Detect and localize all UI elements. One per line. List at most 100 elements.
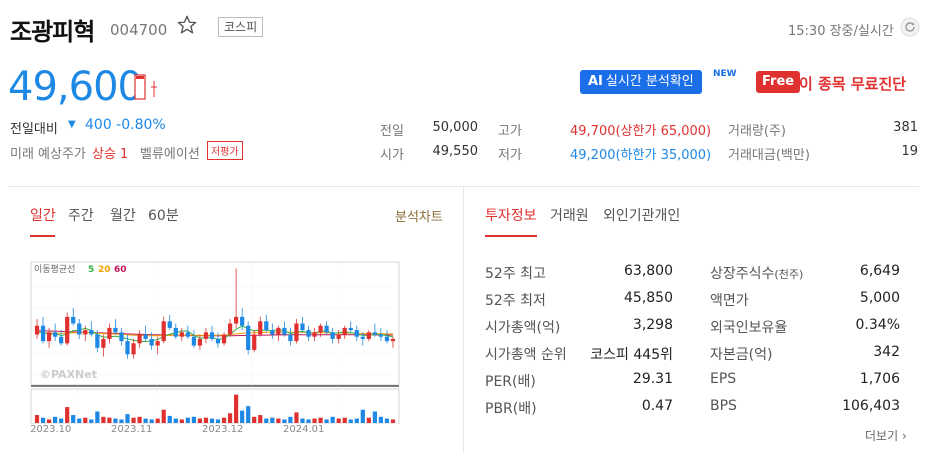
ai-prefix: AI xyxy=(588,74,603,89)
tab-weekly[interactable]: 주간 xyxy=(68,205,94,225)
volume-bar xyxy=(378,416,384,423)
candle-body xyxy=(354,330,359,337)
prev-close-value: 50,000 xyxy=(432,120,479,135)
candle-body xyxy=(209,332,215,339)
info-left-label: PBR(배) xyxy=(485,401,537,417)
x-axis-label: 2024.01 xyxy=(283,424,325,435)
candle-body xyxy=(167,321,172,328)
tab-60min[interactable]: 60분 xyxy=(148,205,179,225)
candle-body xyxy=(143,334,148,339)
market-badge: 코스피 xyxy=(218,17,264,37)
volume-bar xyxy=(83,417,88,423)
volume-bar xyxy=(101,416,106,423)
volume-bar xyxy=(131,417,136,423)
info-right-value: 6,649 xyxy=(859,263,900,279)
candle-body xyxy=(119,332,124,342)
info-right-label-text: BPS xyxy=(710,398,737,414)
valuation-badge[interactable]: 저평가 xyxy=(207,141,243,160)
volume-bar xyxy=(179,419,184,423)
volume-bar xyxy=(185,417,190,423)
candle-body xyxy=(77,323,82,335)
more-link[interactable]: 더보기 › xyxy=(865,427,907,444)
candle-body xyxy=(107,327,112,339)
ai-button-label: 실시간 분석확인 xyxy=(605,74,694,89)
volume-bar xyxy=(89,419,94,423)
candle-body xyxy=(276,327,281,335)
candle-body xyxy=(270,330,275,335)
volume-bar xyxy=(234,394,239,423)
volume-bar xyxy=(209,418,215,423)
volume-bar xyxy=(270,417,275,423)
info-left-label: 시가총액 순위 xyxy=(485,347,567,363)
candle-body xyxy=(173,327,178,337)
analysis-chart-link[interactable]: 분석차트 xyxy=(395,206,443,225)
tab-brokers[interactable]: 거래원 xyxy=(550,205,589,225)
info-right-value: 106,403 xyxy=(842,398,900,414)
free-badge[interactable]: Free xyxy=(756,71,801,93)
free-diagnosis-link[interactable]: 이 종목 무료진단 xyxy=(799,73,906,94)
info-left-label: 52주 최저 xyxy=(485,293,546,309)
tab-daily[interactable]: 일간 xyxy=(30,205,56,225)
change-label: 전일대비 xyxy=(10,122,58,137)
stock-chart[interactable]: ©PAXNet 52,00051,00050,00049,00048,0002,… xyxy=(30,258,400,424)
volume-bar xyxy=(342,417,347,423)
info-left-value: 63,800 xyxy=(624,263,673,279)
info-left-value: 3,298 xyxy=(632,317,673,333)
volume-bar xyxy=(324,419,329,423)
volume-bar xyxy=(360,409,365,423)
volume-bar xyxy=(276,418,281,423)
candle-body xyxy=(179,332,184,337)
candle-body xyxy=(318,325,323,333)
info-right-label: EPS xyxy=(710,371,736,387)
ma20-label: 20 xyxy=(98,265,111,275)
volume-bar xyxy=(390,419,396,423)
info-left-value: 29.31 xyxy=(632,371,673,387)
trade-amount-label: 거래대금(백만) xyxy=(728,148,810,163)
ma-legend-label: 이동평균선 xyxy=(34,264,75,275)
candle-body xyxy=(288,334,293,342)
x-axis-label: 2023.10 xyxy=(30,424,72,435)
chevron-right-icon: › xyxy=(901,429,907,443)
stock-name: 조광피혁 xyxy=(10,18,95,46)
open-label: 시가 xyxy=(380,148,404,163)
low-label: 저가 xyxy=(498,148,522,163)
future-price-label: 미래 예상주가 xyxy=(10,147,86,162)
volume-bar xyxy=(46,419,52,423)
ai-analysis-button[interactable]: AI 실시간 분석확인 xyxy=(580,70,702,94)
info-right-label-text: 액면가 xyxy=(710,293,749,309)
volume-bar xyxy=(336,418,341,423)
volume-bar xyxy=(282,419,287,423)
volume-bar xyxy=(155,418,160,423)
candle-body xyxy=(53,332,58,337)
volume-bar xyxy=(288,416,293,423)
info-right-value: 342 xyxy=(873,344,900,360)
info-right-value: 5,000 xyxy=(859,290,900,306)
candle-body xyxy=(294,323,299,342)
candle-body xyxy=(324,325,329,333)
future-price-value[interactable]: 상승 1 xyxy=(92,143,128,162)
candle-body xyxy=(71,316,76,324)
refresh-icon[interactable] xyxy=(900,17,920,37)
candle-body xyxy=(65,316,70,344)
x-axis-label: 2023.12 xyxy=(202,424,244,435)
star-icon[interactable] xyxy=(176,14,198,36)
candle-body xyxy=(101,338,106,348)
candle-body xyxy=(372,332,377,335)
tab-monthly[interactable]: 월간 xyxy=(110,205,136,225)
info-left-value: 0.47 xyxy=(641,398,673,414)
candle-body xyxy=(95,334,100,348)
candle-body xyxy=(342,327,347,335)
volume-bar xyxy=(258,415,263,423)
volume-bar xyxy=(59,418,64,423)
mini-candle-icon xyxy=(134,74,157,100)
volume-bar xyxy=(65,407,70,423)
tab-investment-info[interactable]: 투자정보 xyxy=(485,205,537,225)
tab-foreign-institution[interactable]: 외인기관개인 xyxy=(603,205,680,225)
candle-body xyxy=(83,330,88,335)
volume-bar xyxy=(95,411,100,423)
volume-bar xyxy=(366,417,371,423)
candle-body xyxy=(185,332,190,337)
info-right-label-text: 외국인보유율 xyxy=(710,320,788,336)
volume-bar xyxy=(161,409,166,423)
info-right-label: 자본금(억) xyxy=(710,344,772,364)
